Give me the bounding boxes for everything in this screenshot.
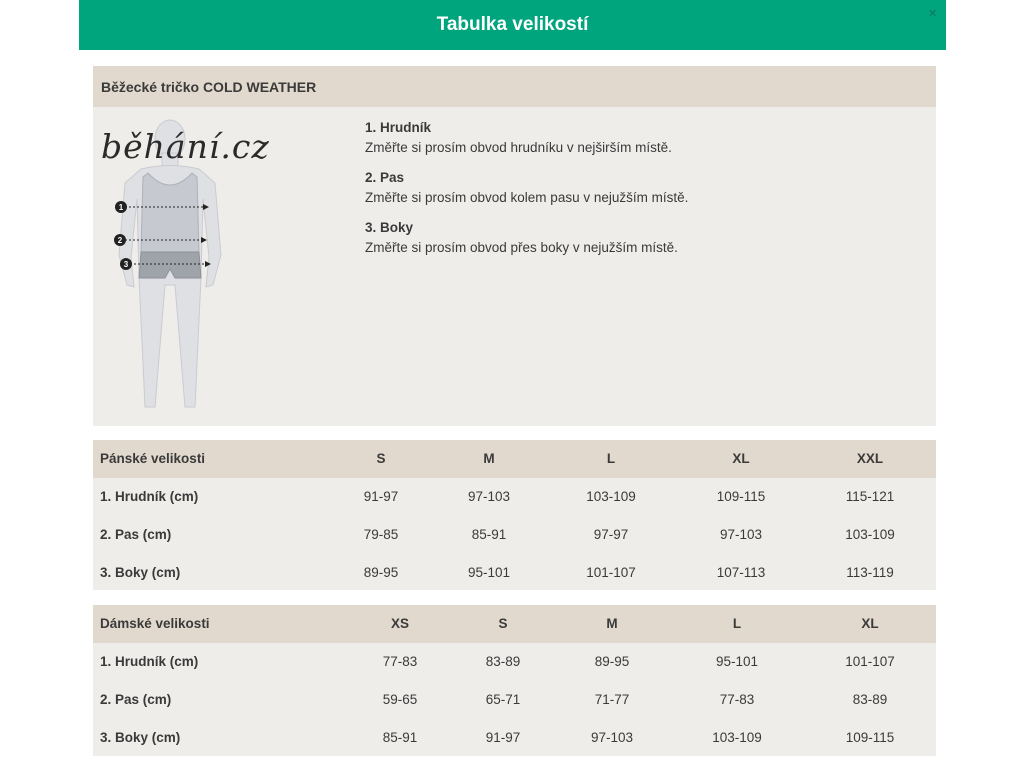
row-label: 2. Pas (cm): [100, 527, 172, 542]
marker-2: 2: [118, 236, 123, 245]
marker-3: 3: [124, 260, 129, 269]
instruction-title: 3. Boky: [365, 220, 414, 235]
table-cell: 77-83: [382, 654, 418, 669]
table-cell: 109-115: [845, 730, 895, 745]
table-cell: 65-71: [485, 692, 521, 707]
mens-size-table: Pánské velikosti S M L XL XXL 1. Hrudník…: [93, 440, 936, 590]
table-cell: 97-103: [719, 527, 763, 542]
size-header: S: [376, 451, 386, 466]
product-title: Běžecké tričko COLD WEATHER: [93, 66, 936, 107]
size-header: XS: [390, 616, 409, 631]
row-label: 3. Boky (cm): [100, 565, 181, 580]
table-row: 3. Boky (cm) 89-95 95-101 101-107 107-11…: [93, 554, 936, 592]
table-header-label: Pánské velikosti: [100, 451, 206, 466]
table-header-label: Dámské velikosti: [100, 616, 210, 631]
table-header-row: Pánské velikosti S M L XL XXL: [93, 440, 936, 478]
table-cell: 97-103: [590, 730, 634, 745]
table-cell: 107-113: [716, 565, 766, 580]
row-label: 2. Pas (cm): [100, 692, 172, 707]
table-header-row: Dámské velikosti XS S M L XL: [93, 605, 936, 643]
table-cell: 89-95: [363, 565, 399, 580]
instruction-title: 2. Pas: [365, 170, 405, 185]
table-cell: 91-97: [363, 489, 399, 504]
table-cell: 79-85: [363, 527, 399, 542]
product-panel: Běžecké tričko COLD WEATHER 1 2 3 běhání…: [93, 66, 936, 426]
size-header: M: [606, 616, 618, 631]
table-row: 1. Hrudník (cm) 77-83 83-89 89-95 95-101…: [93, 643, 936, 681]
table-cell: 103-109: [712, 730, 762, 745]
table-cell: 97-103: [467, 489, 511, 504]
table-cell: 103-109: [586, 489, 636, 504]
table-cell: 103-109: [845, 527, 895, 542]
table-cell: 101-107: [586, 565, 636, 580]
close-icon[interactable]: ×: [928, 6, 937, 21]
table-cell: 95-101: [467, 565, 511, 580]
womens-size-table: Dámské velikosti XS S M L XL 1. Hrudník …: [93, 605, 936, 756]
table-cell: 95-101: [715, 654, 759, 669]
size-header: M: [483, 451, 495, 466]
watermark-logo: běhání.cz: [101, 127, 270, 166]
table-cell: 85-91: [382, 730, 418, 745]
modal-header: Tabulka velikostí ×: [79, 0, 946, 50]
table-cell: 113-119: [846, 565, 894, 580]
instruction-text: Změřte si prosím obvod hrudníku v nejšir…: [365, 140, 672, 155]
instruction-text: Změřte si prosím obvod kolem pasu v neju…: [365, 190, 689, 205]
body-figure: 1 2 3 běhání.cz: [93, 107, 353, 426]
table-cell: 97-97: [593, 527, 629, 542]
size-header: L: [606, 451, 616, 466]
table-cell: 77-83: [719, 692, 755, 707]
size-header: XL: [732, 451, 750, 466]
table-cell: 83-89: [852, 692, 888, 707]
instruction-hips: 3. Boky Změřte si prosím obvod přes boky…: [365, 218, 905, 258]
table-cell: 89-95: [594, 654, 630, 669]
table-cell: 115-121: [845, 489, 895, 504]
table-row: 2. Pas (cm) 79-85 85-91 97-97 97-103 103…: [93, 516, 936, 554]
instruction-waist: 2. Pas Změřte si prosím obvod kolem pasu…: [365, 168, 905, 208]
table-cell: 85-91: [471, 527, 507, 542]
table-row: 3. Boky (cm) 85-91 91-97 97-103 103-109 …: [93, 719, 936, 757]
size-header: S: [498, 616, 508, 631]
size-header: XL: [861, 616, 879, 631]
table-row: 2. Pas (cm) 59-65 65-71 71-77 77-83 83-8…: [93, 681, 936, 719]
size-header: L: [732, 616, 742, 631]
table-cell: 83-89: [485, 654, 521, 669]
row-label: 1. Hrudník (cm): [100, 654, 199, 669]
size-header: XXL: [856, 451, 884, 466]
row-label: 1. Hrudník (cm): [100, 489, 199, 504]
table-cell: 101-107: [845, 654, 895, 669]
marker-1: 1: [119, 203, 124, 212]
measurement-instructions: 1. Hrudník Změřte si prosím obvod hrudní…: [365, 118, 905, 268]
instruction-text: Změřte si prosím obvod přes boky v nejuž…: [365, 240, 678, 255]
table-cell: 71-77: [594, 692, 630, 707]
table-row: 1. Hrudník (cm) 91-97 97-103 103-109 109…: [93, 478, 936, 516]
table-cell: 59-65: [382, 692, 418, 707]
table-cell: 109-115: [716, 489, 766, 504]
row-label: 3. Boky (cm): [100, 730, 181, 745]
instruction-title: 1. Hrudník: [365, 120, 432, 135]
modal-title: Tabulka velikostí: [436, 14, 589, 35]
table-cell: 91-97: [485, 730, 521, 745]
instruction-chest: 1. Hrudník Změřte si prosím obvod hrudní…: [365, 118, 905, 158]
